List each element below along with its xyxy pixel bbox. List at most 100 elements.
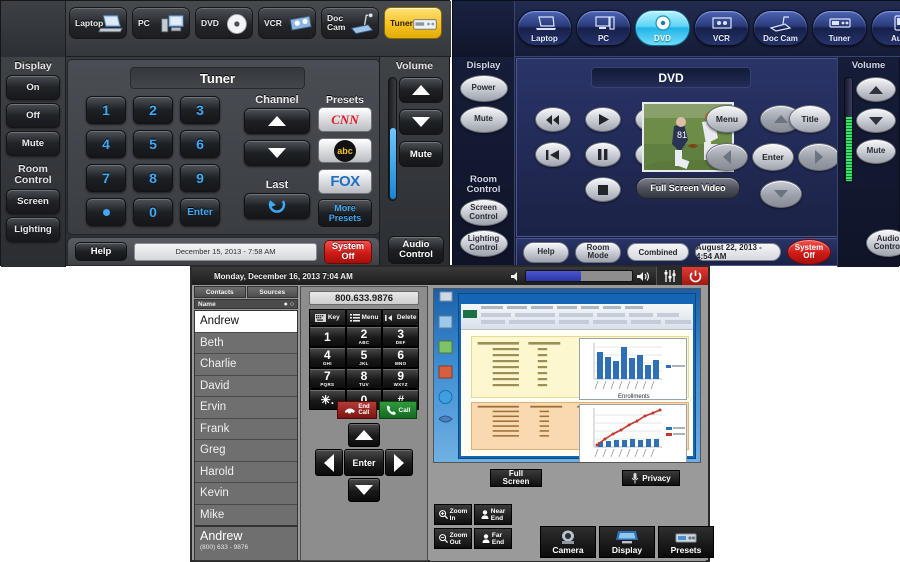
list-item[interactable]: Harold — [195, 462, 297, 483]
help-button[interactable]: Help — [75, 242, 127, 261]
full-screen-button[interactable]: Full Screen — [490, 469, 542, 487]
list-item[interactable]: Beth — [195, 333, 297, 354]
dialpad-key-7[interactable]: 7 PQRS — [309, 368, 346, 389]
source-button-pc[interactable]: PC — [576, 10, 631, 46]
play-button[interactable] — [585, 107, 621, 132]
volume-slider[interactable] — [388, 77, 397, 201]
volume-down-button[interactable] — [399, 109, 443, 135]
dpad-right-button[interactable] — [385, 449, 413, 476]
keypad-key-6[interactable]: 6 — [180, 130, 220, 158]
list-item[interactable]: Charlie — [195, 354, 297, 376]
system-off-button[interactable]: System Off — [324, 239, 372, 264]
display-mode-button[interactable]: Display — [599, 526, 655, 558]
source-button-aux[interactable]: Aux — [871, 10, 900, 46]
room-mode-button[interactable]: Room Mode — [575, 241, 621, 263]
room-screen-button[interactable]: Screen — [6, 189, 60, 214]
nav-right-button[interactable] — [798, 143, 840, 171]
add-remove-contact-icons[interactable]: ● ○ — [284, 301, 294, 308]
settings-button[interactable] — [656, 267, 682, 285]
preset-cnn-button[interactable]: CNN — [318, 107, 372, 132]
nav-enter-button[interactable]: Enter — [752, 143, 794, 171]
rewind-button[interactable] — [535, 107, 571, 132]
dvd-title-button[interactable]: Title — [789, 105, 831, 133]
stop-button[interactable] — [585, 177, 621, 202]
volume-mute-button[interactable]: Mute — [399, 141, 443, 167]
source-button-laptop[interactable]: Laptop — [517, 10, 572, 46]
keypad-key-3[interactable]: 3 — [180, 96, 220, 124]
dialpad-key-8[interactable]: 8 TUV — [345, 368, 383, 389]
channel-down-button[interactable] — [244, 140, 310, 166]
tab-contacts[interactable]: Contacts — [194, 286, 246, 298]
source-button-doc-cam[interactable]: Doc Cam — [753, 10, 808, 46]
dpad-down-button[interactable] — [348, 478, 380, 502]
dpad-enter-button[interactable]: Enter — [344, 449, 384, 476]
keypad-key-7[interactable]: 7 — [86, 164, 126, 192]
call-button[interactable]: Call — [379, 401, 417, 419]
dialpad-key-2[interactable]: 2 ABC — [345, 326, 383, 347]
audio-control-button[interactable]: Audio Control — [866, 229, 900, 257]
list-item[interactable]: David — [195, 376, 297, 397]
source-button-laptop[interactable]: Laptop — [69, 7, 127, 39]
source-button-tuner[interactable]: Tuner — [384, 7, 442, 39]
power-button[interactable] — [682, 267, 708, 285]
keypad-key-4[interactable]: 4 — [86, 130, 126, 158]
list-item[interactable]: Frank — [195, 419, 297, 440]
end-call-button[interactable]: End Call — [337, 401, 377, 419]
tab-sources[interactable]: Sources — [246, 286, 298, 298]
channel-up-button[interactable] — [244, 108, 310, 134]
presets-mode-button[interactable]: Presets — [658, 526, 714, 558]
keypad-key-2[interactable]: 2 — [133, 96, 173, 124]
keypad-key-8[interactable]: 8 — [133, 164, 173, 192]
dialpad-key-4[interactable]: 4 GHI — [309, 347, 346, 368]
shared-screen-preview[interactable]: Enrollments — [433, 288, 701, 463]
display-on-button[interactable]: On — [6, 75, 60, 100]
display-mute-button[interactable]: Mute — [459, 106, 508, 133]
last-channel-button[interactable] — [244, 193, 310, 219]
room-lighting-button[interactable]: Lighting — [6, 217, 60, 242]
preset-abc-button[interactable]: abc — [318, 138, 372, 163]
keypad-enter-button[interactable]: Enter — [180, 198, 220, 226]
display-off-button[interactable]: Off — [6, 103, 60, 128]
delete-tool-button[interactable]: Delete — [382, 309, 420, 326]
source-button-tuner[interactable]: Tuner — [812, 10, 867, 46]
volume-down-button[interactable] — [856, 108, 896, 133]
nav-left-button[interactable] — [706, 143, 748, 171]
room-screen-control-button[interactable]: Screen Control — [459, 199, 508, 226]
camera-mode-button[interactable]: Camera — [540, 526, 596, 558]
help-button[interactable]: Help — [523, 241, 569, 263]
volume-up-button[interactable] — [856, 77, 896, 102]
list-item[interactable]: Mike — [195, 505, 297, 526]
keypad-key-dot[interactable] — [86, 198, 126, 226]
full-screen-video-button[interactable]: Full Screen Video — [636, 177, 740, 199]
zoom-in-button[interactable]: Zoom In — [434, 504, 472, 525]
preset-fox-button[interactable]: FOX — [318, 169, 372, 194]
privacy-button[interactable]: Privacy — [622, 470, 680, 486]
nav-down-button[interactable] — [760, 180, 802, 208]
source-button-pc[interactable]: PC — [132, 7, 190, 39]
previous-track-button[interactable] — [535, 142, 571, 167]
dpad-left-button[interactable] — [315, 449, 343, 476]
key-tool-button[interactable]: Key — [309, 309, 346, 326]
room-lighting-control-button[interactable]: Lighting Control — [459, 230, 508, 257]
more-presets-button[interactable]: More Presets — [318, 199, 372, 227]
menu-tool-button[interactable]: Menu — [345, 309, 383, 326]
zoom-out-button[interactable]: Zoom Out — [434, 528, 472, 549]
pause-button[interactable] — [585, 142, 621, 167]
dialpad-key-1[interactable]: 1 — [309, 326, 346, 347]
keypad-key-1[interactable]: 1 — [86, 96, 126, 124]
source-button-dvd[interactable]: DVD — [635, 10, 690, 46]
volume-slider[interactable] — [525, 270, 633, 282]
list-item[interactable]: Andrew — [195, 311, 297, 333]
audio-control-button[interactable]: Audio Control — [388, 236, 444, 264]
keypad-key-0[interactable]: 0 — [133, 198, 173, 226]
source-button-vcr[interactable]: VCR — [258, 7, 316, 39]
source-button-vcr[interactable]: VCR — [694, 10, 749, 46]
list-item[interactable]: Ervin — [195, 397, 297, 419]
contact-list[interactable]: Andrew Beth Charlie David Ervin Frank Gr… — [194, 310, 298, 526]
near-end-button[interactable]: Near End — [474, 504, 512, 525]
volume-mute-button[interactable]: Mute — [856, 139, 896, 164]
dvd-menu-button[interactable]: Menu — [706, 105, 748, 133]
dialed-number-display[interactable]: 800.633.9876 — [309, 291, 419, 305]
source-button-dvd[interactable]: DVD — [195, 7, 253, 39]
keypad-key-9[interactable]: 9 — [180, 164, 220, 192]
